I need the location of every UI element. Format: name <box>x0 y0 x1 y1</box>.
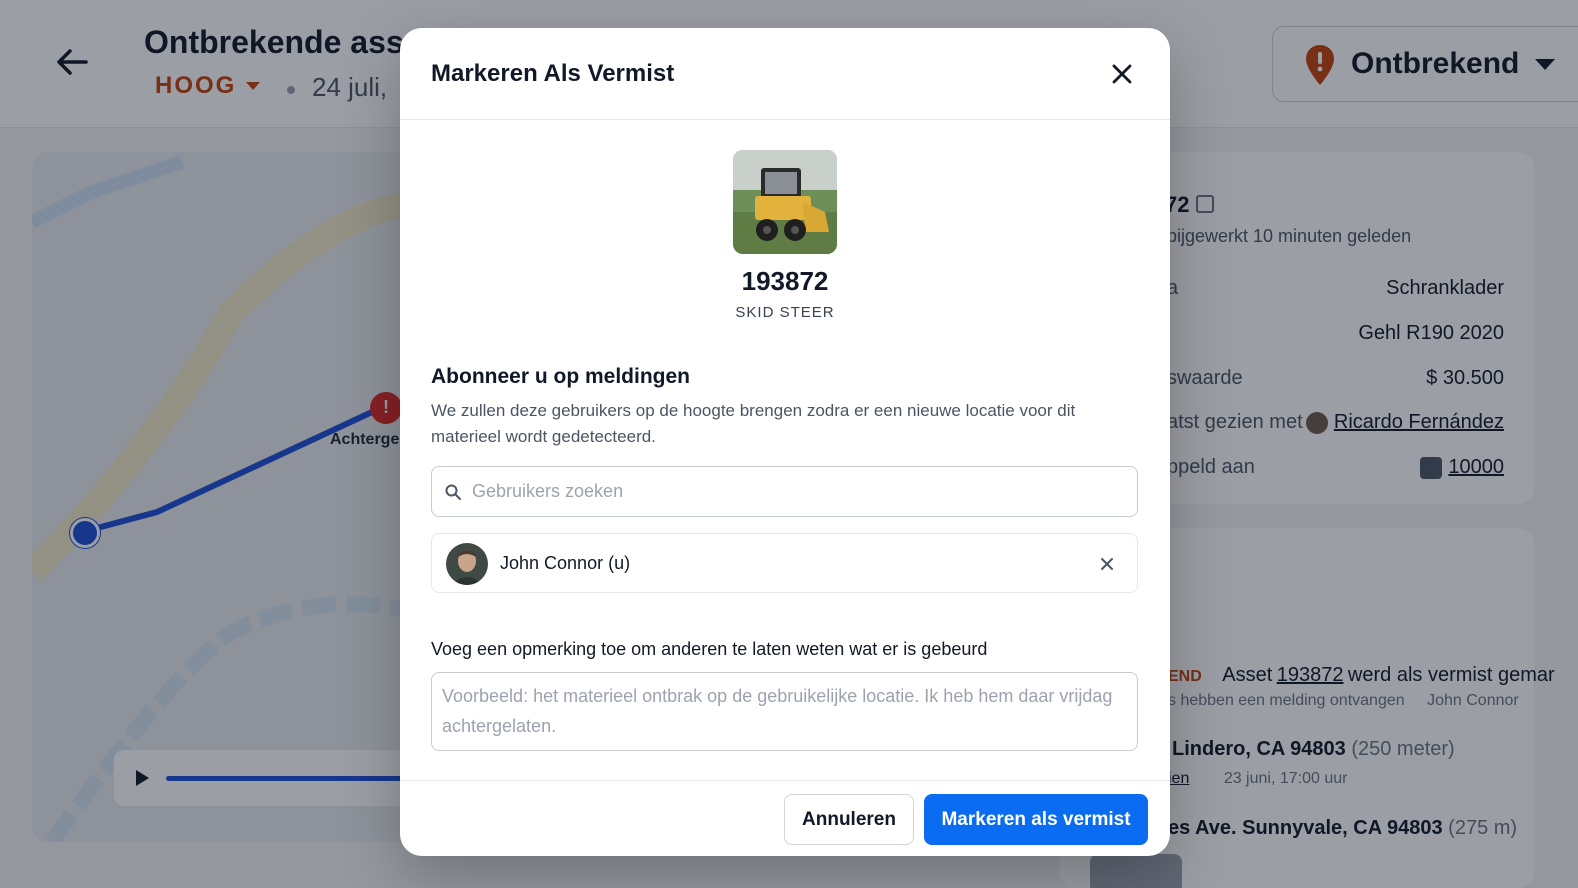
comment-label: Voeg een opmerking toe om anderen te lat… <box>431 639 988 659</box>
mark-missing-dialog: Markeren Als Vermist 193872 SKID STEER A… <box>400 28 1170 856</box>
dialog-title: Markeren Als Vermist <box>431 60 675 87</box>
mark-missing-button[interactable]: Markeren als vermist <box>924 794 1148 845</box>
dialog-footer: Annuleren Markeren als vermist <box>400 780 1170 856</box>
comment-field[interactable] <box>431 672 1138 751</box>
subscribed-user-row: John Connor (u) <box>431 533 1138 593</box>
cancel-button[interactable]: Annuleren <box>784 794 914 845</box>
avatar <box>446 543 488 585</box>
user-name: John Connor (u) <box>500 553 631 573</box>
asset-type: SKID STEER <box>735 304 835 321</box>
subscribe-description: We zullen deze gebruikers op de hoogte b… <box>431 401 1076 446</box>
subscribe-heading: Abonneer u op meldingen <box>431 365 691 388</box>
dialog-header: Markeren Als Vermist <box>400 28 1170 120</box>
search-input[interactable] <box>472 467 1122 516</box>
close-icon[interactable] <box>1104 56 1140 92</box>
close-icon[interactable] <box>1096 553 1118 575</box>
user-search[interactable] <box>431 466 1138 517</box>
asset-id: 193872 <box>741 266 829 296</box>
asset-photo <box>733 150 837 254</box>
search-icon <box>445 484 461 500</box>
